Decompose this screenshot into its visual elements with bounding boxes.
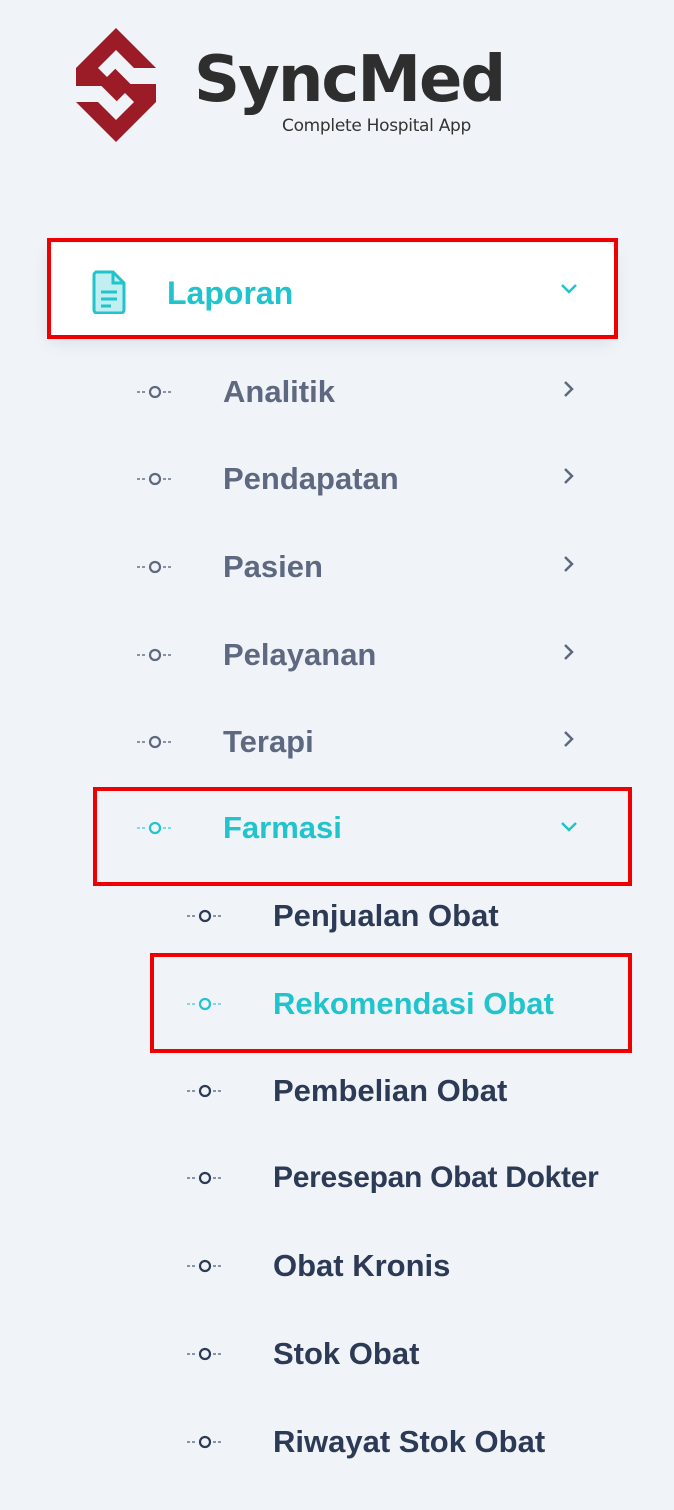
bullet-icon (137, 821, 173, 835)
menu-item-label: Pasien (223, 549, 323, 584)
menu-item-pasien[interactable]: Pasien (130, 537, 600, 597)
bullet-icon (187, 997, 223, 1011)
bullet-icon (187, 909, 223, 923)
chevron-right-icon (560, 643, 578, 661)
bullet-icon (187, 1171, 223, 1185)
brand-name: SyncMed (194, 43, 506, 117)
menu-section-laporan[interactable]: Laporan (47, 243, 615, 337)
submenu-item-pembelian-obat[interactable]: Pembelian Obat (180, 1061, 650, 1121)
menu-item-terapi[interactable]: Terapi (130, 712, 600, 772)
chevron-right-icon (560, 555, 578, 573)
document-icon (92, 270, 126, 314)
chevron-down-icon (560, 818, 578, 836)
bullet-icon (137, 560, 173, 574)
submenu-item-peresepan-obat-dokter[interactable]: Peresepan Obat Dokter (180, 1148, 670, 1208)
submenu-item-label: Penjualan Obat (273, 898, 499, 933)
app-logo: SyncMed Complete Hospital App (74, 26, 574, 146)
bullet-icon (137, 648, 173, 662)
bullet-icon (187, 1259, 223, 1273)
bullet-icon (187, 1347, 223, 1361)
submenu-item-label: Pembelian Obat (273, 1073, 508, 1108)
menu-item-label: Farmasi (223, 810, 342, 845)
menu-item-label: Analitik (223, 374, 335, 409)
submenu-item-label: Riwayat Stok Obat (273, 1424, 546, 1459)
submenu-item-label: Rekomendasi Obat (273, 986, 554, 1021)
submenu-item-label: Obat Kronis (273, 1248, 451, 1283)
menu-section-label: Laporan (167, 275, 294, 311)
syncmed-logo-icon (76, 28, 156, 142)
chevron-right-icon (560, 380, 578, 398)
menu-item-analitik[interactable]: Analitik (130, 362, 600, 422)
bullet-icon (137, 385, 173, 399)
submenu-item-rekomendasi-obat[interactable]: Rekomendasi Obat (180, 974, 630, 1034)
bullet-icon (187, 1084, 223, 1098)
submenu-item-penjualan-obat[interactable]: Penjualan Obat (180, 886, 650, 946)
submenu-item-stok-obat[interactable]: Stok Obat (180, 1324, 650, 1384)
brand-tagline: Complete Hospital App (282, 116, 472, 136)
submenu-item-label: Stok Obat (273, 1336, 420, 1371)
menu-item-pendapatan[interactable]: Pendapatan (130, 449, 600, 509)
chevron-down-icon (560, 280, 578, 298)
menu-item-label: Terapi (223, 724, 314, 759)
menu-item-pelayanan[interactable]: Pelayanan (130, 625, 600, 685)
bullet-icon (137, 472, 173, 486)
menu-item-label: Pendapatan (223, 461, 399, 496)
chevron-right-icon (560, 467, 578, 485)
submenu-item-riwayat-stok-obat[interactable]: Riwayat Stok Obat (180, 1412, 650, 1472)
bullet-icon (137, 735, 173, 749)
menu-item-label: Pelayanan (223, 637, 377, 672)
menu-item-farmasi[interactable]: Farmasi (130, 798, 600, 858)
submenu-item-label: Peresepan Obat Dokter (273, 1161, 599, 1194)
bullet-icon (187, 1435, 223, 1449)
chevron-right-icon (560, 730, 578, 748)
submenu-item-obat-kronis[interactable]: Obat Kronis (180, 1236, 650, 1296)
